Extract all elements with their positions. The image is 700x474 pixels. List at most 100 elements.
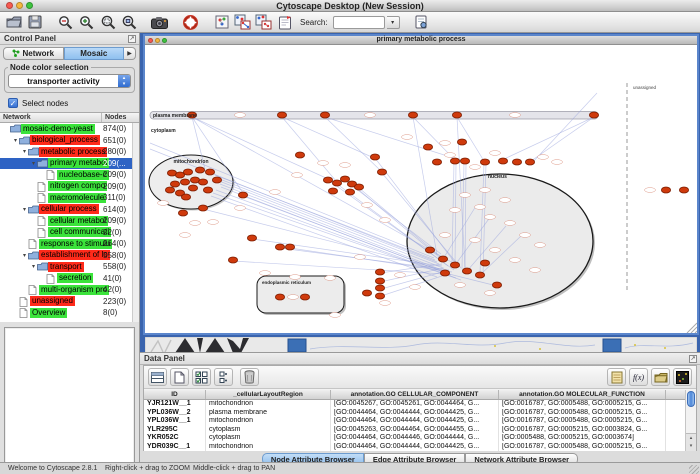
import-attributes-folder-icon[interactable] [651,368,670,386]
zoom-out-icon[interactable] [56,14,75,31]
tree-row[interactable]: cell communicati22(0) [0,227,132,239]
tree-row[interactable]: multi-organism pro42(0) [0,284,132,296]
tree-row[interactable]: ▾transport558(0) [0,261,132,273]
tree-row[interactable]: ▾primary metabol209(... [0,158,132,170]
tree-row[interactable]: nitrogen compo209(0) [0,181,132,193]
tree-row[interactable]: ▾biological_process651(0) [0,135,132,147]
heatmap-matrix-icon[interactable] [673,368,692,386]
column-header[interactable]: annotation.GO MOLECULAR_FUNCTION [499,390,666,399]
tree-row-label: macromolecule [48,193,106,203]
close-window-button[interactable] [6,2,13,9]
table-row[interactable]: YKR052Ccytoplasm[GO:0044464, GO:0044446,… [144,434,696,443]
layout-tool-2-icon[interactable] [254,14,273,31]
status-welcome: Welcome to Cytoscape 2.8.1 [8,465,97,472]
resize-grip[interactable] [689,465,699,474]
tree-row[interactable]: secretion41(0) [0,273,132,285]
tree-row[interactable]: ▾establishment of lo558(0) [0,250,132,262]
tree-row[interactable]: response to stimulu264(0) [0,238,132,250]
attribute-matrix-icon[interactable] [214,368,233,386]
open-session-icon[interactable] [4,14,23,31]
tree-row[interactable]: unassigned 223(0) [0,296,132,308]
tree-row[interactable]: macromolecule311(0) [0,192,132,204]
zoom-selected-icon[interactable] [119,14,138,31]
disclosure-triangle-icon[interactable]: ▾ [21,252,28,259]
table-row[interactable]: YJR121W__1mitochondrion[GO:0045267, GO:0… [144,400,696,409]
minimize-window-button[interactable] [16,2,23,9]
netwin-minimize-button[interactable] [155,38,160,43]
disclosure-triangle-icon[interactable]: ▾ [12,137,19,144]
table-row[interactable]: YPL036W__1mitochondrion[GO:0044464, GO:0… [144,417,696,426]
tree-row-count: 223(0) [103,297,126,306]
network-view-window[interactable]: primary metabolic process plasma membran… [143,34,699,335]
mitochondrion-label: mitochondrion [174,159,209,165]
tree-row[interactable]: nucleobase-c209(0) [0,169,132,181]
disclosure-triangle-icon[interactable]: ▾ [30,160,37,167]
tree-row[interactable]: Overview8(0) [0,307,132,319]
notepad-icon[interactable] [607,368,626,386]
tab-network[interactable]: Network [3,47,64,60]
network-overview-icon[interactable] [212,14,231,31]
disclosure-triangle-icon[interactable]: ▾ [21,148,28,155]
tree-row[interactable]: ▾metabolic process280(0) [0,146,132,158]
tab-overflow-button[interactable]: ▶ [124,47,136,60]
annotation-flag-icon[interactable] [275,14,294,31]
disclosure-triangle-icon[interactable]: ▾ [21,206,28,213]
tree-row-label: cellular metabol [48,216,108,226]
netwin-zoom-button[interactable] [162,38,167,43]
combo-stepper-icon: ▴▾ [118,75,130,87]
cytoscape-app: Cytoscape Desktop (New Session) Search: … [0,0,700,474]
table-scroll-arrows[interactable]: ▴▾ [686,433,696,451]
delete-attribute-trash-icon[interactable] [240,368,259,386]
search-config-icon[interactable] [412,14,431,31]
unassigned-label: unassigned [633,85,657,90]
zoom-window-button[interactable] [26,2,33,9]
zoom-fit-icon[interactable] [98,14,117,31]
snapshot-camera-icon[interactable] [150,14,169,31]
attribute-table-rows: YJR121W__1mitochondrion[GO:0045267, GO:0… [144,400,696,451]
tab-mosaic[interactable]: Mosaic [64,47,125,60]
tree-row-count: 209(0) [103,216,126,225]
search-dropdown-button[interactable]: ▾ [387,16,400,29]
tree-row[interactable]: mosaic-demo-yeast874(0) [0,123,132,135]
table-scrollbar[interactable]: ▴▾ [685,390,696,451]
tree-row-count: 8(0) [103,308,117,317]
disclosure-triangle-icon[interactable]: ▾ [30,263,37,270]
table-row[interactable]: YDR039C__1mitochondrion[GO:0044464, GO:0… [144,443,696,452]
select-nodes-checkbox[interactable]: ✓ [8,98,18,108]
netwin-close-button[interactable] [148,38,153,43]
table-cell: [GO:0044464, GO:0044444, GO:0044425, G..… [331,409,499,418]
table-cell: YDR039C__1 [144,443,206,452]
save-session-icon[interactable] [25,14,44,31]
window-title: Cytoscape Desktop (New Session) [0,0,700,12]
node-color-select[interactable]: transporter activity ▴▾ [8,74,131,88]
tree-scrollbar[interactable] [132,123,139,322]
formula-fx-icon[interactable]: f(x) [629,368,648,386]
table-cell: [GO:0045267, GO:0045261, GO:0044464, G..… [331,400,499,409]
table-row[interactable]: YPL036W__2plasma membrane[GO:0044464, GO… [144,409,696,418]
column-header[interactable]: _cellularLayoutRegion [206,390,331,399]
network-canvas[interactable]: plasma membranecytoplasmmitochondrionnuc… [145,45,697,333]
table-scroll-thumb[interactable] [687,391,695,407]
layout-tool-1-icon[interactable] [233,14,252,31]
tree-row-label: transport [48,262,84,272]
select-attributes-icon[interactable] [148,368,167,386]
create-attribute-icon[interactable] [170,368,189,386]
float-panel-icon[interactable]: ↗ [128,35,136,43]
column-header[interactable]: ID [144,390,206,399]
zoom-in-icon[interactable] [77,14,96,31]
search-input[interactable] [333,16,385,29]
float-panel-icon[interactable]: ↗ [689,355,697,363]
status-pan-hint: Middle-click + drag to PAN [193,465,275,472]
document-icon [28,239,39,248]
tree-row[interactable]: cellular metabol209(0) [0,215,132,227]
tree-row-label: unassigned [30,296,75,306]
help-lifering-icon[interactable] [181,14,200,31]
window-titlebar: Cytoscape Desktop (New Session) [0,0,700,12]
birds-eye-view[interactable] [4,327,135,474]
network-tab-icon [12,49,20,57]
column-header[interactable]: annotation.GO CELLULAR_COMPONENT [331,390,499,399]
tree-row-count: 264(0) [103,239,126,248]
attribute-checklist-icon[interactable] [192,368,211,386]
table-row[interactable]: YLR295Ccytoplasm[GO:0045263, GO:0044464,… [144,426,696,435]
tree-row[interactable]: ▾cellular process614(0) [0,204,132,216]
